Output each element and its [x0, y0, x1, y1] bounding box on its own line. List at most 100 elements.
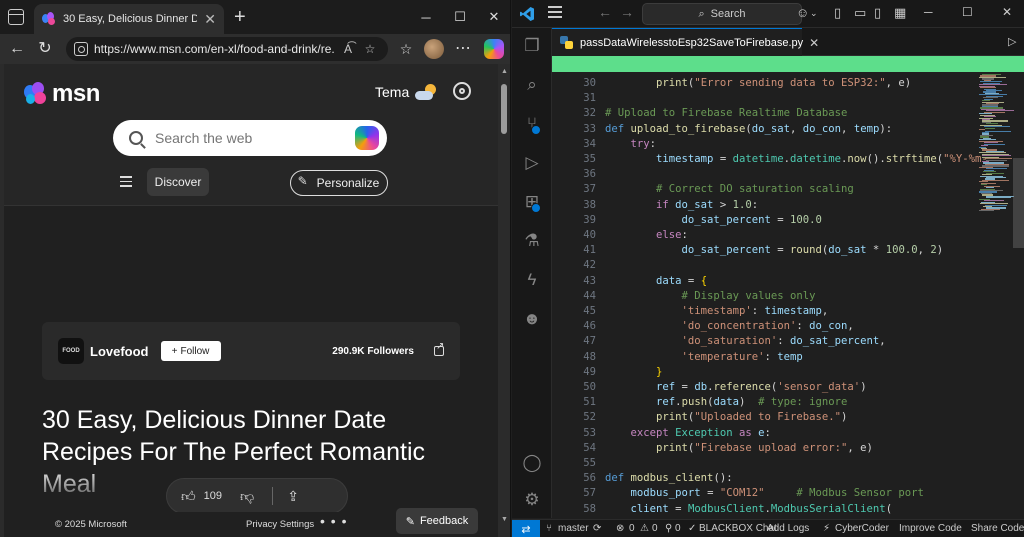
- vscode-minimize-button[interactable]: ─: [924, 5, 933, 19]
- address-bar[interactable]: https://www.msn.com/en-xl/food-and-drink…: [66, 37, 388, 61]
- code-line[interactable]: 50 ref = db.reference('sensor_data'): [552, 380, 982, 395]
- search-input[interactable]: [155, 130, 343, 146]
- settings-gear-icon[interactable]: [453, 82, 471, 100]
- scroll-down-icon[interactable]: ▼: [500, 516, 509, 523]
- toggle-secondary-sidebar-icon[interactable]: ▯: [874, 5, 881, 21]
- profile-avatar[interactable]: [424, 39, 444, 59]
- thumbs-up-icon[interactable]: 👍︎: [181, 488, 196, 505]
- code-line[interactable]: 54 print("Firebase upload error:", e): [552, 441, 982, 456]
- close-button[interactable]: ✕: [477, 6, 510, 28]
- minimap[interactable]: [977, 72, 1014, 518]
- code-line[interactable]: 52 print("Uploaded to Firebase."): [552, 410, 982, 425]
- error-count[interactable]: 0: [629, 523, 635, 534]
- run-python-file-icon[interactable]: ▷: [1008, 35, 1016, 48]
- vscode-close-button[interactable]: ✕: [1002, 5, 1012, 19]
- nav-forward-icon[interactable]: →: [620, 4, 634, 20]
- customize-layout-icon[interactable]: ▦: [894, 5, 906, 21]
- code-line[interactable]: 57 modbus_port = "COM12" # Modbus Sensor…: [552, 486, 982, 501]
- alien-extension-icon[interactable]: ☻: [522, 309, 542, 329]
- read-aloud-icon[interactable]: A͡: [340, 42, 356, 56]
- maximize-button[interactable]: ☐: [443, 6, 477, 28]
- editor-tab-close-icon[interactable]: ✕: [809, 36, 819, 50]
- follow-button[interactable]: + Follow: [160, 341, 221, 361]
- toggle-panel-icon[interactable]: ▭: [854, 5, 866, 21]
- code-line[interactable]: 53 except Exception as e:: [552, 426, 982, 441]
- code-line[interactable]: 34 try:: [552, 137, 982, 152]
- warning-count[interactable]: 0: [652, 523, 658, 534]
- code-line[interactable]: 41 do_sat_percent = round(do_sat * 100.0…: [552, 243, 982, 258]
- back-arrow-icon[interactable]: ←: [8, 40, 26, 58]
- menu-icon[interactable]: [120, 176, 132, 190]
- code-line[interactable]: 43 data = {: [552, 274, 982, 289]
- command-center-search[interactable]: ⌕ Search: [642, 3, 802, 25]
- copilot-chat-icon[interactable]: ☺: [796, 5, 809, 20]
- code-line[interactable]: 46 'do_concentration': do_con,: [552, 319, 982, 334]
- share-code[interactable]: Share Code: [971, 523, 1024, 534]
- sync-icon[interactable]: ⟳: [593, 523, 601, 534]
- code-line[interactable]: 37 # Correct DO saturation scaling: [552, 182, 982, 197]
- improve-code[interactable]: Improve Code: [899, 523, 962, 534]
- warning-icon[interactable]: ⚠: [640, 523, 649, 534]
- code-line[interactable]: 44 # Display values only: [552, 289, 982, 304]
- more-options-icon[interactable]: ⋯: [454, 40, 472, 58]
- cybercoder[interactable]: CyberCoder: [835, 523, 889, 534]
- ports-count[interactable]: 0: [675, 523, 681, 534]
- vscode-maximize-button[interactable]: ☐: [962, 5, 973, 19]
- code-line[interactable]: 45 'timestamp': timestamp,: [552, 304, 982, 319]
- code-editor[interactable]: 58 client = ModbusClient.ModbusSerialCli…: [552, 72, 1024, 518]
- favorite-star-icon[interactable]: ☆: [362, 42, 378, 56]
- code-line[interactable]: 33 def upload_to_firebase(do_sat, do_con,…: [552, 122, 982, 137]
- search-view-icon[interactable]: ⌕: [522, 75, 542, 95]
- code-line[interactable]: 55: [552, 456, 982, 471]
- blackbox-chat[interactable]: BLACKBOX Chat: [699, 523, 777, 534]
- code-line[interactable]: 39 do_sat_percent = 100.0: [552, 213, 982, 228]
- feedback-button[interactable]: ✎ Feedback: [396, 508, 478, 534]
- code-line[interactable]: 49 }: [552, 365, 982, 380]
- copilot-menu-chevron-icon[interactable]: ⌄: [810, 8, 818, 19]
- code-line[interactable]: 58 client = ModbusClient.ModbusSerialCli…: [552, 502, 982, 517]
- personalize-button[interactable]: Personalize: [290, 170, 388, 196]
- code-line[interactable]: 47 'do_saturation': do_sat_percent,: [552, 334, 982, 349]
- add-logs[interactable]: Add Logs: [767, 523, 809, 534]
- copilot-search-icon[interactable]: [355, 126, 379, 150]
- explorer-icon[interactable]: ❐: [522, 36, 542, 56]
- application-menu-icon[interactable]: [548, 6, 562, 21]
- address-url[interactable]: https://www.msn.com/en-xl/food-and-drink…: [94, 42, 334, 56]
- code-line[interactable]: 30 print("Error sending data to ESP32:",…: [552, 76, 982, 91]
- favorites-icon[interactable]: ☆: [397, 40, 415, 58]
- code-line[interactable]: 31: [552, 91, 982, 106]
- msn-logo[interactable]: msn: [24, 80, 100, 108]
- code-line[interactable]: 32 # Upload to Firebase Realtime Database: [552, 106, 982, 121]
- lightning-icon[interactable]: ϟ: [522, 270, 542, 290]
- code-line[interactable]: 56 def modbus_client():: [552, 471, 982, 486]
- editor-scroll-thumb[interactable]: [1013, 158, 1024, 248]
- weather-widget[interactable]: Tema: [375, 84, 437, 100]
- run-debug-icon[interactable]: ▷: [522, 153, 542, 173]
- refresh-icon[interactable]: ↻: [36, 40, 54, 58]
- git-branch[interactable]: master: [558, 523, 589, 534]
- copilot-icon[interactable]: [484, 39, 504, 59]
- accounts-icon[interactable]: ◯: [522, 453, 542, 473]
- open-external-icon[interactable]: [434, 341, 444, 356]
- code-line[interactable]: 38 if do_sat > 1.0:: [552, 198, 982, 213]
- testing-icon[interactable]: ⚗: [522, 231, 542, 251]
- code-line[interactable]: 35 timestamp = datetime.datetime.now().s…: [552, 152, 988, 167]
- tab-close-icon[interactable]: ✕: [204, 11, 216, 28]
- msn-search-box[interactable]: [113, 120, 387, 156]
- privacy-settings-link[interactable]: Privacy Settings: [246, 519, 314, 530]
- minimize-button[interactable]: ─: [409, 6, 443, 28]
- tab-actions-icon[interactable]: [8, 9, 24, 25]
- nav-back-icon[interactable]: ←: [598, 4, 612, 20]
- discover-tab[interactable]: Discover: [147, 168, 209, 196]
- site-info-icon[interactable]: [74, 42, 88, 56]
- code-line[interactable]: 48 'temperature': temp: [552, 350, 982, 365]
- code-line[interactable]: 40 else:: [552, 228, 982, 243]
- browser-tab[interactable]: 30 Easy, Delicious Dinner Date Re ✕: [34, 4, 224, 34]
- publisher-name[interactable]: Lovefood: [90, 344, 149, 359]
- share-icon[interactable]: ⇪: [287, 488, 299, 505]
- toggle-sidebar-icon[interactable]: ▯: [834, 5, 841, 21]
- code-line[interactable]: 51 ref.push(data) # type: ignore: [552, 395, 982, 410]
- page-scrollbar[interactable]: ▲ ▼: [498, 64, 510, 537]
- editor-tab-active[interactable]: passDataWirelesstoEsp32SaveToFirebase.py…: [552, 28, 819, 56]
- code-line[interactable]: 42: [552, 258, 982, 273]
